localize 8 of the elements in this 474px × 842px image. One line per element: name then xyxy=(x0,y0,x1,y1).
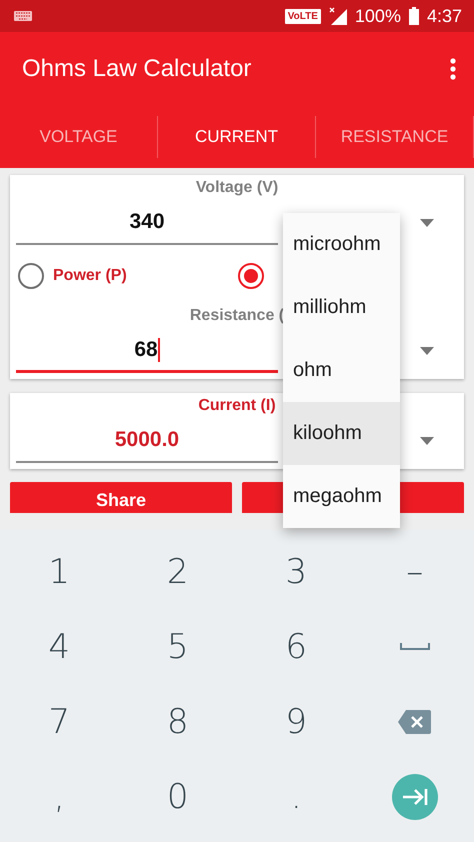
clock-time: 4:37 xyxy=(426,6,462,26)
battery-level: 100% xyxy=(354,6,401,26)
radio-label: Power (P) xyxy=(53,267,127,285)
field-label: Current (I) xyxy=(198,397,276,415)
app-title: Ohms Law Calculator xyxy=(22,54,252,82)
result-field: 5000.0 xyxy=(16,419,278,463)
field-label: Voltage (V) xyxy=(196,179,278,197)
network-badge: VoLTE xyxy=(284,8,321,24)
